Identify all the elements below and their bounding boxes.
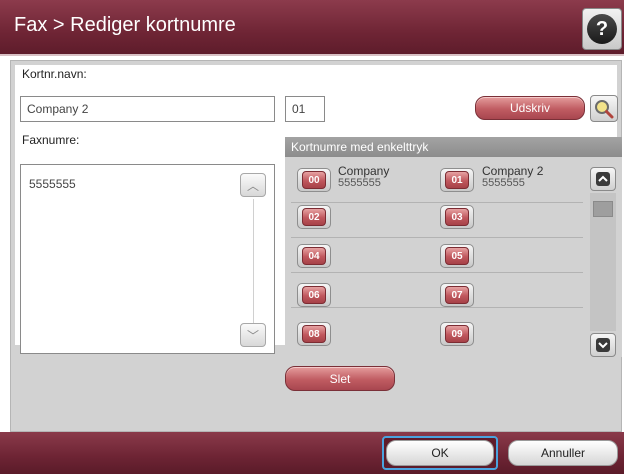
speed-dial-08-button[interactable]: 08: [297, 322, 331, 346]
cancel-button-label: Annuller: [508, 440, 618, 466]
speed-dial-code: 03: [445, 208, 469, 226]
speed-dial-scroll-thumb[interactable]: [593, 201, 613, 217]
row-divider: [291, 307, 583, 308]
speed-dial-code: 08: [302, 325, 326, 343]
speed-dial-code: 00: [302, 171, 326, 189]
speed-dial-04-button[interactable]: 04: [297, 244, 331, 268]
speed-dial-00-button[interactable]: 00: [297, 168, 331, 192]
speed-dial-number-field[interactable]: 01: [285, 96, 325, 122]
title-bar: Fax > Rediger kortnumre ?: [0, 0, 624, 56]
chevron-up-icon: ︿: [246, 178, 259, 193]
speed-dial-02-button[interactable]: 02: [297, 205, 331, 229]
fax-numbers-label: Faxnumre:: [22, 133, 80, 147]
delete-button[interactable]: Slet: [285, 366, 395, 391]
speed-dial-00-name: Company: [338, 164, 390, 178]
speed-dial-scroll-up[interactable]: [590, 167, 616, 191]
speed-dial-code: 01: [445, 171, 469, 189]
speed-dial-code: 07: [445, 286, 469, 304]
search-button[interactable]: [590, 95, 618, 122]
speed-dial-09-button[interactable]: 09: [440, 322, 474, 346]
name-field[interactable]: Company 2: [20, 96, 275, 122]
list-item[interactable]: 5555555: [29, 177, 76, 191]
speed-dial-00-number: 5555555: [338, 177, 381, 189]
speed-dial-05-button[interactable]: 05: [440, 244, 474, 268]
fax-list-scroll-down[interactable]: ﹀: [240, 323, 266, 347]
speed-dial-code: 05: [445, 247, 469, 265]
fax-list-scroll-track: [253, 199, 254, 323]
page-title: Fax > Rediger kortnumre: [14, 14, 236, 36]
print-button[interactable]: Udskriv: [475, 96, 585, 120]
fax-list-scroll-up[interactable]: ︿: [240, 173, 266, 197]
speed-dial-code: 09: [445, 325, 469, 343]
help-button[interactable]: ?: [582, 8, 622, 50]
speed-dial-header: Kortnumre med enkelttryk: [285, 137, 622, 157]
name-label: Kortnr.navn:: [22, 67, 87, 81]
speed-dial-code: 02: [302, 208, 326, 226]
chevron-down-icon: ﹀: [246, 328, 259, 343]
speed-dial-06-button[interactable]: 06: [297, 283, 331, 307]
speed-dial-code: 04: [302, 247, 326, 265]
speed-dial-07-button[interactable]: 07: [440, 283, 474, 307]
speed-dial-01-number: 5555555: [482, 177, 525, 189]
speed-dial-03-button[interactable]: 03: [440, 205, 474, 229]
fax-number-list[interactable]: 5555555 ︿ ﹀: [20, 164, 275, 354]
speed-dial-01-button[interactable]: 01: [440, 168, 474, 192]
ok-button-label: OK: [386, 440, 494, 466]
chevron-down-icon: [596, 338, 610, 352]
speed-dial-01-name: Company 2: [482, 164, 544, 178]
row-divider: [291, 272, 583, 273]
cancel-button[interactable]: Annuller: [508, 440, 618, 466]
ok-button[interactable]: OK: [382, 436, 498, 470]
magnifier-icon: [595, 99, 614, 118]
row-divider: [291, 237, 583, 238]
speed-dial-scroll-down[interactable]: [590, 333, 616, 357]
help-icon: ?: [587, 14, 617, 44]
speed-dial-code: 06: [302, 286, 326, 304]
row-divider: [291, 202, 583, 203]
chevron-up-icon: [596, 172, 610, 186]
